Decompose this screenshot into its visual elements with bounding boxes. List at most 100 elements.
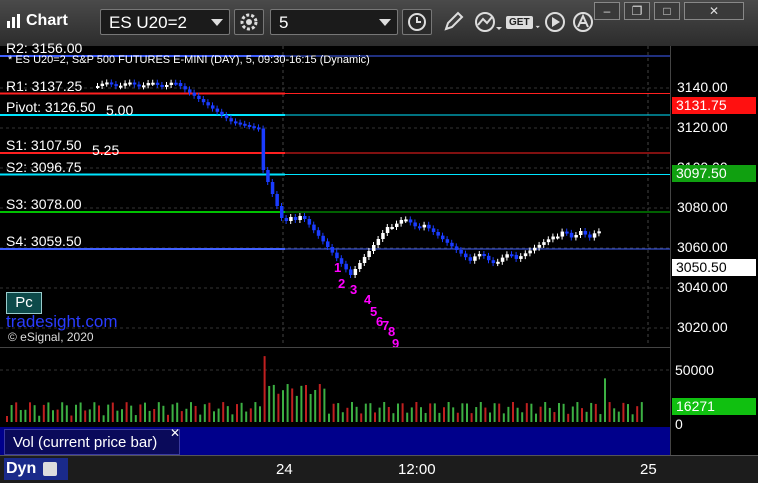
candle-body xyxy=(303,216,307,219)
price-tick: 3060.00 xyxy=(677,239,728,255)
volume-bar xyxy=(47,402,50,422)
volume-bar xyxy=(406,412,409,422)
study-button[interactable] xyxy=(472,9,506,35)
volume-bar xyxy=(378,407,381,422)
volume-bar xyxy=(332,403,335,422)
candle-body xyxy=(546,239,551,243)
candle-body xyxy=(109,82,114,85)
candle-body xyxy=(197,95,201,99)
candle-body xyxy=(142,85,146,88)
play-button[interactable] xyxy=(540,9,570,35)
volume-bar xyxy=(29,402,31,422)
candle-body xyxy=(335,252,339,259)
volume-bar xyxy=(447,402,450,422)
volume-bar xyxy=(38,415,41,422)
volume-bar xyxy=(581,408,583,422)
clock-icon xyxy=(408,13,426,31)
volume-bar xyxy=(470,413,473,422)
symbol-dropdown[interactable]: ES U20=2 xyxy=(100,9,230,35)
volume-bar xyxy=(134,415,137,422)
volume-bar xyxy=(291,388,294,422)
symbol-value: ES U20=2 xyxy=(109,13,187,32)
volume-legend[interactable]: Vol (current price bar) xyxy=(4,429,180,455)
interval-dropdown[interactable]: 5 xyxy=(270,9,398,35)
volume-bar xyxy=(125,402,128,422)
volume-bar xyxy=(613,408,616,422)
candle-body xyxy=(519,256,523,259)
volume-bar xyxy=(558,403,560,422)
volume-bar xyxy=(199,414,202,422)
volume-bar xyxy=(75,404,77,422)
pencil-icon xyxy=(444,11,464,31)
close-button[interactable]: ✕ xyxy=(684,2,744,20)
volume-bar xyxy=(231,414,234,422)
volume-bar xyxy=(640,402,643,422)
pc-badge[interactable]: Pc xyxy=(6,292,42,314)
time-tick: 25 xyxy=(640,461,657,478)
play-icon xyxy=(545,12,565,32)
candle-body xyxy=(505,254,509,258)
settings-button[interactable] xyxy=(234,9,264,35)
volume-bar xyxy=(305,385,307,422)
volume-bar xyxy=(594,403,597,422)
candle-body xyxy=(160,84,164,87)
candle-body xyxy=(372,245,376,251)
candle-body xyxy=(468,257,473,261)
price-chart[interactable]: * ES U20=2, S&P 500 FUTURES E-MINI (DAY)… xyxy=(0,40,670,351)
candle-body xyxy=(551,236,555,240)
volume-bar xyxy=(116,410,119,422)
clock-button[interactable] xyxy=(402,9,432,35)
volume-bar xyxy=(226,406,229,422)
candle-body xyxy=(477,254,482,257)
dyn-label: Dyn xyxy=(6,460,37,477)
candle-body xyxy=(349,269,353,275)
candle-body xyxy=(514,254,519,259)
price-tag: 3097.50 xyxy=(672,165,756,182)
dyn-box[interactable]: Dyn xyxy=(4,458,68,480)
volume-bar xyxy=(295,395,298,422)
price-tick: 3020.00 xyxy=(677,319,728,335)
restore-button[interactable]: ❐ xyxy=(624,2,650,20)
candle-body xyxy=(422,224,427,228)
price-tag: 3050.50 xyxy=(672,259,756,276)
close-pane-icon[interactable]: ✕ xyxy=(170,426,180,440)
candle-body xyxy=(132,82,137,85)
volume-bar xyxy=(203,404,206,422)
volume-bar xyxy=(70,415,73,422)
candle-body xyxy=(537,244,542,248)
get-button[interactable]: GET xyxy=(506,9,540,35)
price-axis[interactable]: 3140.003120.003100.003080.003060.003040.… xyxy=(670,46,758,456)
volume-bar xyxy=(111,402,114,422)
time-axis[interactable]: Dyn 24 12:00 25 xyxy=(0,455,758,483)
volume-bar xyxy=(56,409,59,422)
candle-body xyxy=(427,224,431,229)
candle-body xyxy=(395,223,399,227)
candle-body xyxy=(390,227,394,229)
pivot-level-label: S2: 3096.75 xyxy=(6,158,82,175)
candle-body xyxy=(418,226,422,229)
volume-bar xyxy=(539,406,542,422)
volume-bar xyxy=(323,388,326,422)
volume-bar xyxy=(535,413,537,422)
draw-button[interactable] xyxy=(438,9,468,35)
candle-body xyxy=(464,253,468,258)
volume-bar xyxy=(153,408,156,422)
volume-chart[interactable] xyxy=(0,347,670,428)
get-icon: GET xyxy=(506,15,533,29)
volume-bar xyxy=(15,402,18,422)
candle-body xyxy=(155,82,160,85)
candle-body xyxy=(528,250,532,254)
minimize-button[interactable]: – xyxy=(594,2,620,20)
watermark: tradesight.com xyxy=(6,312,118,331)
price-tick: 3080.00 xyxy=(677,199,728,215)
chevron-down-icon xyxy=(211,19,223,26)
candle-body xyxy=(312,224,316,231)
volume-bar xyxy=(512,402,514,422)
lock-icon xyxy=(42,461,57,476)
volume-bar xyxy=(79,402,82,422)
candle-body xyxy=(174,82,178,85)
restore-icon: ❐ xyxy=(631,4,643,18)
maximize-button[interactable]: □ xyxy=(654,2,680,20)
volume-bar xyxy=(553,412,556,422)
candle-body xyxy=(431,228,436,232)
